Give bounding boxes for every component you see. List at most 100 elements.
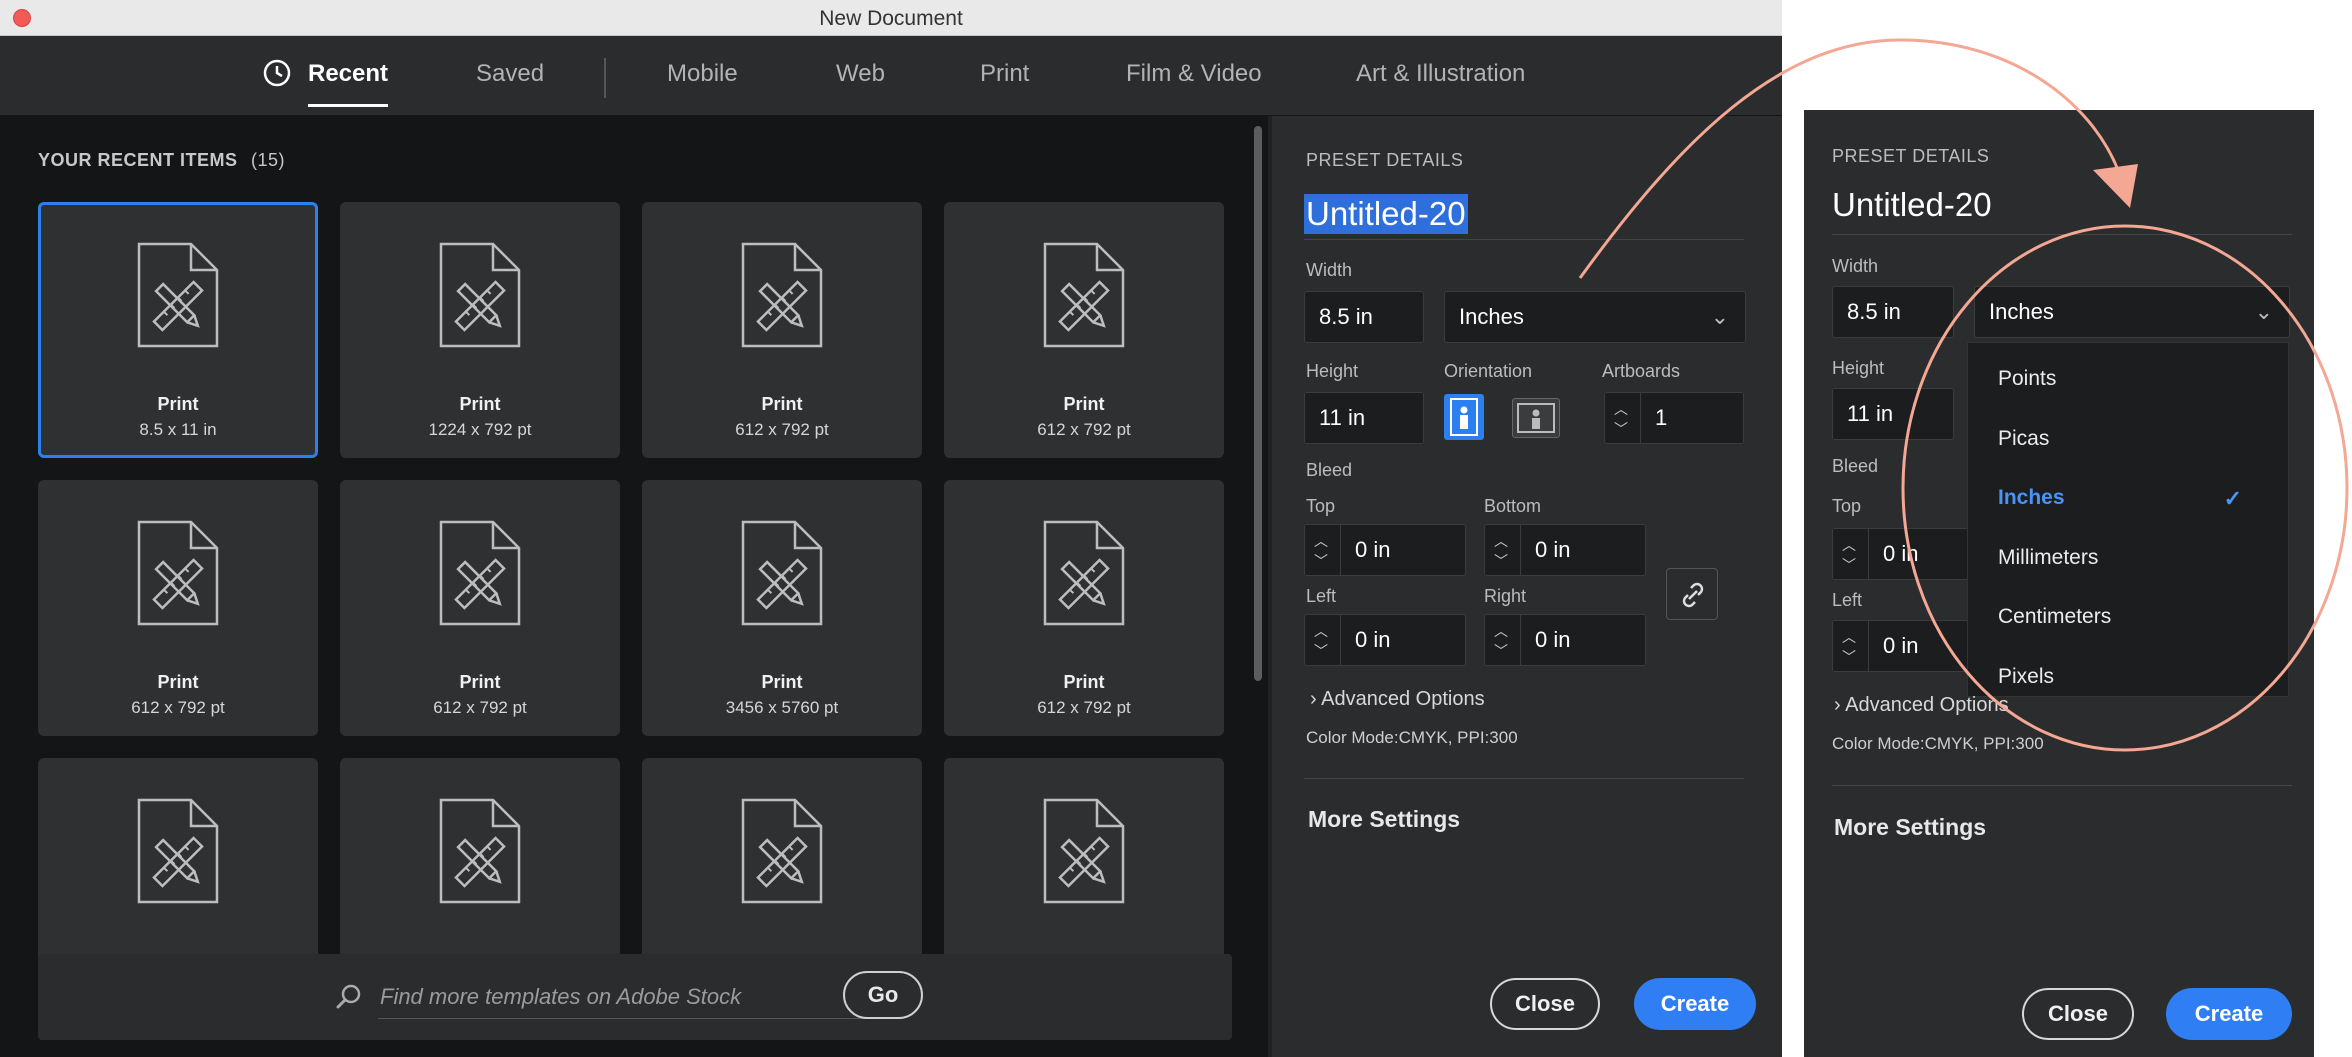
recent-item-card[interactable]: Print 612 x 792 pt xyxy=(340,480,620,736)
tab-mobile[interactable]: Mobile xyxy=(667,60,738,88)
recent-item-card[interactable]: Print 3456 x 5760 pt xyxy=(642,480,922,736)
bleed-top-stepper[interactable]: ︿ ﹀ 0 in xyxy=(1304,524,1466,576)
tab-saved[interactable]: Saved xyxy=(476,60,544,88)
menu-item-centimeters[interactable]: Centimeters xyxy=(1998,605,2111,629)
recent-item-card[interactable] xyxy=(944,758,1224,967)
recent-items-panel: YOUR RECENT ITEMS (15) Print 8.5 x 11 in P… xyxy=(0,116,1268,1057)
bleed-left-value: 0 in xyxy=(1355,627,1391,652)
recent-item-card[interactable] xyxy=(642,758,922,967)
height-input[interactable]: 11 in xyxy=(1832,388,1954,440)
units-dropdown[interactable]: Inches ⌄ xyxy=(1974,286,2290,338)
menu-item-millimeters[interactable]: Millimeters xyxy=(1998,546,2098,570)
document-tools-icon xyxy=(1043,242,1125,348)
bleed-label: Bleed xyxy=(1306,460,1353,480)
recent-item-size: 8.5 x 11 in xyxy=(139,420,217,439)
document-tools-icon xyxy=(137,520,219,626)
recent-item-card[interactable]: Print 612 x 792 pt xyxy=(642,202,922,458)
more-settings-button[interactable]: More Settings xyxy=(1834,814,1986,841)
create-button[interactable]: Create xyxy=(1634,978,1756,1030)
menu-item-points[interactable]: Points xyxy=(1998,367,2056,391)
stepper-arrows[interactable]: ︿ ﹀ xyxy=(1305,615,1341,665)
document-tools-icon xyxy=(741,242,823,348)
link-bleed-button[interactable] xyxy=(1666,568,1718,620)
divider xyxy=(1832,785,2292,786)
chevron-down-icon: ⌄ xyxy=(2254,299,2273,324)
menu-item-picas[interactable]: Picas xyxy=(1998,427,2049,451)
recent-item-card[interactable] xyxy=(340,758,620,967)
advanced-options-toggle[interactable]: › Advanced Options xyxy=(1310,688,1485,711)
artboards-label: Artboards xyxy=(1602,361,1681,381)
document-name-field[interactable]: Untitled-20 xyxy=(1304,194,1468,234)
menu-item-inches[interactable]: Inches ✓ xyxy=(1998,486,2260,511)
stepper-arrows[interactable]: ︿ ﹀ xyxy=(1605,393,1641,443)
bleed-label: Bleed xyxy=(1832,456,1879,476)
tab-art-illustration[interactable]: Art & Illustration xyxy=(1356,60,1525,88)
scrollbar[interactable] xyxy=(1254,126,1262,681)
bleed-top-label: Top xyxy=(1306,496,1336,516)
bleed-left-value: 0 in xyxy=(1883,633,1919,658)
tab-recent[interactable]: Recent xyxy=(262,59,389,107)
tab-web[interactable]: Web xyxy=(836,60,885,88)
width-label: Width xyxy=(1832,256,1879,276)
tab-label: Recent xyxy=(308,60,389,87)
recent-item-name: Print xyxy=(1063,672,1105,692)
bleed-left-stepper[interactable]: ︿ ﹀ 0 in xyxy=(1832,620,1972,672)
recent-item-card[interactable]: Print 612 x 792 pt xyxy=(944,202,1224,458)
stepper-arrows[interactable]: ︿ ﹀ xyxy=(1485,615,1521,665)
more-settings-button[interactable]: More Settings xyxy=(1308,806,1460,833)
stepper-arrows[interactable]: ︿ ﹀ xyxy=(1305,525,1341,575)
recent-item-card[interactable]: Print 612 x 792 pt xyxy=(38,480,318,736)
recent-items-heading: YOUR RECENT ITEMS (15) xyxy=(38,150,285,171)
bleed-left-stepper[interactable]: ︿ ﹀ 0 in xyxy=(1304,614,1466,666)
title-bar: New Document xyxy=(0,0,1782,36)
recent-item-size: 612 x 792 pt xyxy=(1037,698,1131,717)
recent-item-card[interactable] xyxy=(38,758,318,967)
width-input[interactable]: 8.5 in xyxy=(1832,286,1954,338)
portrait-orientation-button[interactable] xyxy=(1444,394,1484,440)
search-input[interactable]: Find more templates on Adobe Stock xyxy=(380,984,741,1010)
bleed-top-stepper[interactable]: ︿ ﹀ 0 in xyxy=(1832,528,1972,580)
bleed-bottom-value: 0 in xyxy=(1535,537,1571,562)
new-document-window: New Document Recent Saved Mobile Web Pri… xyxy=(0,0,1782,1057)
bleed-top-value: 0 in xyxy=(1355,537,1391,562)
bleed-top-label: Top xyxy=(1832,496,1862,516)
link-icon xyxy=(1682,582,1704,608)
units-dropdown[interactable]: Inches ⌄ xyxy=(1444,291,1746,343)
recent-item-size: 612 x 792 pt xyxy=(131,698,225,717)
tab-print[interactable]: Print xyxy=(980,60,1029,88)
recent-item-card[interactable]: Print 612 x 792 pt xyxy=(944,480,1224,736)
recent-item-name: Print xyxy=(459,672,501,692)
bleed-bottom-stepper[interactable]: ︿ ﹀ 0 in xyxy=(1484,524,1646,576)
advanced-options-toggle[interactable]: › Advanced Options xyxy=(1834,694,2009,717)
landscape-orientation-button[interactable] xyxy=(1512,398,1560,438)
orientation-label: Orientation xyxy=(1444,361,1533,381)
menu-item-pixels[interactable]: Pixels xyxy=(1998,665,2054,689)
stepper-arrows[interactable]: ︿ ﹀ xyxy=(1833,621,1869,671)
recent-item-card[interactable]: Print 1224 x 792 pt xyxy=(340,202,620,458)
close-button[interactable]: Close xyxy=(2022,988,2134,1040)
chevron-right-icon: › xyxy=(1834,694,1841,716)
stepper-arrows[interactable]: ︿ ﹀ xyxy=(1833,529,1869,579)
close-button[interactable]: Close xyxy=(1490,978,1600,1030)
bleed-bottom-label: Bottom xyxy=(1484,496,1542,516)
width-input[interactable]: 8.5 in xyxy=(1304,291,1424,343)
artboards-stepper[interactable]: ︿ ﹀ 1 xyxy=(1604,392,1744,444)
chevron-right-icon: › xyxy=(1310,688,1317,710)
create-button[interactable]: Create xyxy=(2166,988,2292,1040)
go-button[interactable]: Go xyxy=(843,971,923,1019)
units-dropdown-value: Inches xyxy=(1989,299,2054,324)
color-mode-info: Color Mode:CMYK, PPI:300 xyxy=(1832,734,2044,753)
document-tools-icon xyxy=(1043,798,1125,904)
bleed-right-stepper[interactable]: ︿ ﹀ 0 in xyxy=(1484,614,1646,666)
recent-items-label: YOUR RECENT ITEMS xyxy=(38,150,238,170)
width-label: Width xyxy=(1306,260,1353,280)
advanced-options-label: Advanced Options xyxy=(1321,688,1485,710)
recent-item-card[interactable]: Print 8.5 x 11 in xyxy=(38,202,318,458)
preset-details-panel-dropdown-open: PRESET DETAILS Untitled-20 Width 8.5 in … xyxy=(1804,110,2314,1057)
bleed-right-label: Right xyxy=(1484,586,1527,606)
height-input[interactable]: 11 in xyxy=(1304,392,1424,444)
document-name-field[interactable]: Untitled-20 xyxy=(1832,186,1992,224)
document-tools-icon xyxy=(439,798,521,904)
tab-film-video[interactable]: Film & Video xyxy=(1126,60,1262,88)
stepper-arrows[interactable]: ︿ ﹀ xyxy=(1485,525,1521,575)
